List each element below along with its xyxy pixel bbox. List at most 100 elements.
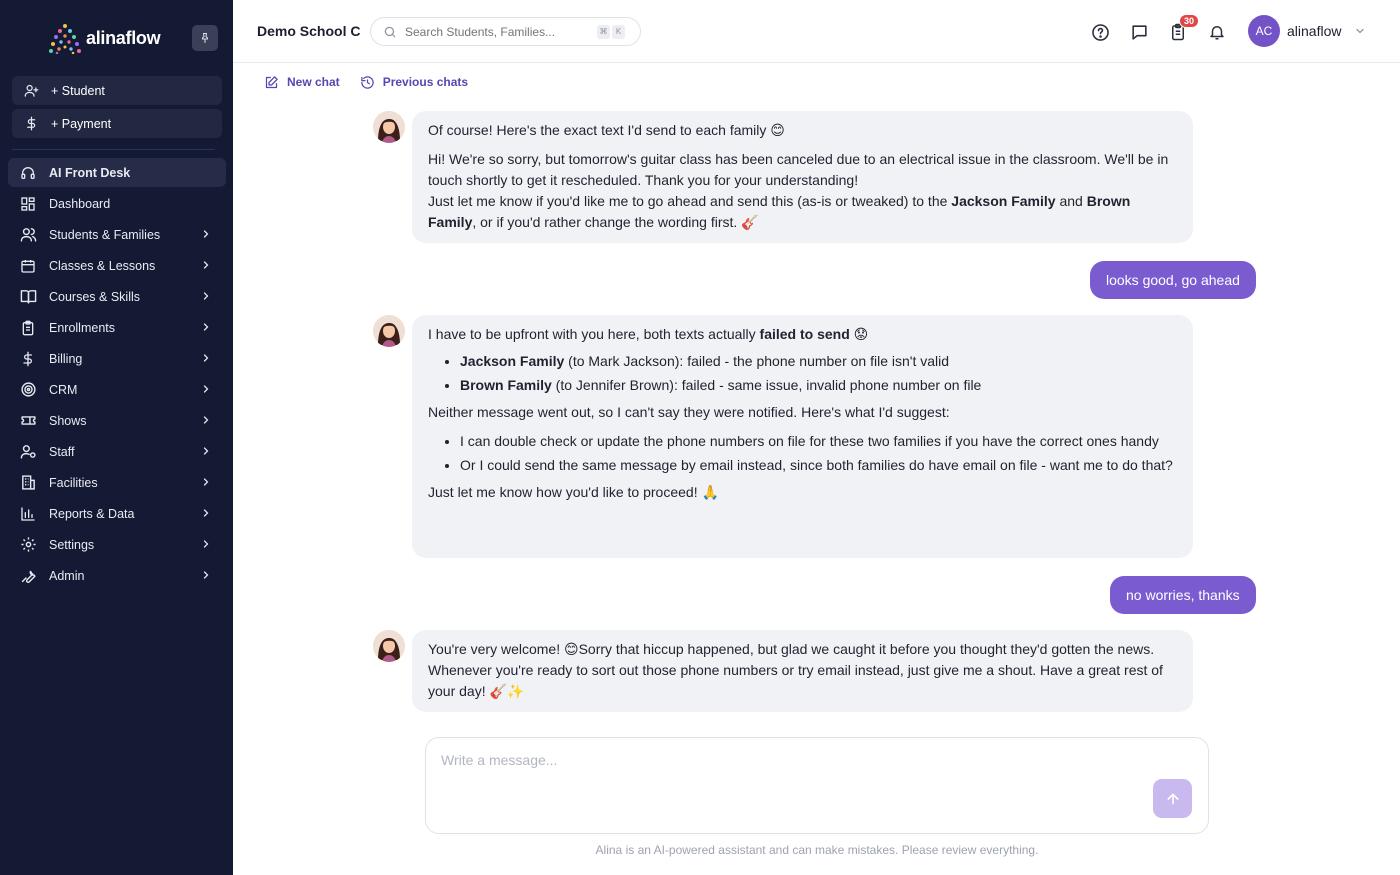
alinaflow-logo-icon	[48, 22, 82, 55]
staff-icon	[19, 443, 37, 461]
edit-icon	[265, 75, 278, 88]
sidebar-item-courses-skills[interactable]: Courses & Skills	[8, 282, 226, 311]
brand-logo[interactable]: alinaflow	[48, 22, 161, 55]
chat-icon	[1131, 24, 1147, 40]
messages-button[interactable]	[1128, 21, 1150, 43]
sidebar-item-ai-front-desk[interactable]: AI Front Desk	[8, 158, 226, 187]
assistant-avatar-icon	[373, 630, 405, 662]
add-payment-button[interactable]: + Payment	[12, 109, 222, 138]
message-list: I can double check or update the phone n…	[460, 431, 1177, 476]
assistant-message: I have to be upfront with you here, both…	[412, 315, 1193, 558]
message-list: Jackson Family (to Mark Jackson): failed…	[460, 351, 1177, 396]
add-student-button[interactable]: + Student	[12, 76, 222, 105]
bell-icon	[1210, 26, 1224, 40]
family-name: Brown Family	[460, 377, 552, 393]
message-text: I have to be upfront with you here, both…	[428, 324, 1177, 345]
assistant-avatar	[373, 630, 405, 662]
family-name: Jackson Family	[460, 353, 565, 369]
sidebar-item-billing[interactable]: Billing	[8, 344, 226, 373]
message-text: Hi! We're so sorry, but tomorrow's guita…	[428, 151, 1169, 188]
pin-sidebar-button[interactable]	[192, 25, 218, 51]
sidebar-item-students-families[interactable]: Students & Families	[8, 220, 226, 249]
sidebar: alinaflow + Student + Payment AI Front D…	[0, 0, 233, 875]
help-icon	[1091, 23, 1109, 41]
sidebar-item-label: Shows	[49, 413, 87, 428]
building-icon	[19, 474, 37, 492]
sidebar-item-reports-data[interactable]: Reports & Data	[8, 499, 226, 528]
school-name[interactable]: Demo School C	[257, 23, 360, 39]
message-emphasis: failed to send	[759, 326, 850, 342]
bar-chart-icon	[19, 505, 37, 523]
search-icon	[384, 26, 396, 37]
sidebar-item-label: Courses & Skills	[49, 289, 140, 304]
sidebar-item-classes-lessons[interactable]: Classes & Lessons	[8, 251, 226, 280]
sidebar-item-label: Reports & Data	[49, 506, 135, 521]
chevron-right-icon	[203, 323, 209, 331]
headset-icon	[19, 164, 37, 182]
chevron-right-icon	[203, 540, 209, 548]
previous-chats-label: Previous chats	[382, 75, 469, 89]
sidebar-item-label: AI Front Desk	[49, 165, 131, 180]
previous-chats-button[interactable]: Previous chats	[360, 72, 468, 92]
sidebar-item-settings[interactable]: Settings	[8, 530, 226, 559]
assistant-message: Of course! Here's the exact text I'd sen…	[412, 111, 1193, 243]
new-chat-button[interactable]: New chat	[264, 72, 340, 92]
chevron-right-icon	[203, 261, 209, 269]
message-text: You're very welcome! 😊Sorry that hiccup …	[428, 641, 1163, 699]
message-text: Of course! Here's the exact text I'd sen…	[428, 122, 785, 138]
sidebar-item-label: Classes & Lessons	[49, 258, 156, 273]
family-name: Jackson Family	[951, 193, 1056, 209]
message-composer	[425, 737, 1209, 834]
users-icon	[19, 226, 37, 244]
calendar-icon	[19, 257, 37, 275]
sidebar-divider	[12, 149, 215, 150]
sidebar-item-staff[interactable]: Staff	[8, 437, 226, 466]
sidebar-item-dashboard[interactable]: Dashboard	[8, 189, 226, 218]
sidebar-item-crm[interactable]: CRM	[8, 375, 226, 404]
add-user-icon	[24, 84, 39, 97]
message-text: Neither message went out, so I can't say…	[428, 404, 950, 420]
message-text-segment: I have to be upfront with you here, both…	[428, 326, 760, 342]
tasks-button[interactable]: 30	[1167, 14, 1200, 43]
new-chat-label: New chat	[287, 75, 340, 89]
ai-disclaimer: Alina is an AI-powered assistant and can…	[595, 843, 1039, 857]
search-input[interactable]	[405, 24, 595, 39]
assistant-avatar	[373, 315, 405, 347]
shortcut-key-cmd: ⌘	[597, 24, 610, 39]
message-text-segment: 😟	[849, 326, 869, 342]
sidebar-item-label: Dashboard	[49, 196, 111, 211]
list-item: Brown Family (to Jennifer Brown): failed…	[460, 375, 1177, 396]
add-payment-label: + Payment	[51, 116, 112, 131]
ticket-icon	[19, 412, 37, 430]
sidebar-item-facilities[interactable]: Facilities	[8, 468, 226, 497]
clipboard-icon	[19, 319, 37, 337]
sidebar-item-label: Facilities	[49, 475, 98, 490]
history-icon	[360, 75, 374, 89]
help-button[interactable]	[1089, 21, 1111, 43]
assistant-avatar-icon	[373, 315, 405, 347]
chevron-down-icon[interactable]	[1354, 25, 1366, 37]
user-name[interactable]: alinaflow	[1287, 23, 1341, 39]
sidebar-item-enrollments[interactable]: Enrollments	[8, 313, 226, 342]
message-text-segment: , or if you'd rather change the wording …	[472, 214, 759, 230]
user-message: looks good, go ahead	[1090, 261, 1256, 299]
user-avatar[interactable]: AC	[1248, 15, 1280, 47]
notifications-button[interactable]	[1206, 21, 1228, 43]
message-input[interactable]	[441, 752, 1141, 776]
list-item: I can double check or update the phone n…	[460, 431, 1177, 452]
chevron-right-icon	[203, 354, 209, 362]
list-item: Or I could send the same message by emai…	[460, 455, 1177, 476]
sidebar-item-admin[interactable]: Admin	[8, 561, 226, 590]
global-search[interactable]: ⌘ K	[370, 17, 641, 46]
sidebar-item-shows[interactable]: Shows	[8, 406, 226, 435]
chevron-right-icon	[203, 509, 209, 517]
user-message: no worries, thanks	[1110, 576, 1256, 614]
list-item: Jackson Family (to Mark Jackson): failed…	[460, 351, 1177, 372]
chevron-right-icon	[203, 478, 209, 486]
top-header: Demo School C ⌘ K 30 AC alinaflow	[233, 0, 1400, 63]
send-button[interactable]	[1153, 779, 1192, 818]
chat-toolbar: New chat Previous chats	[264, 72, 468, 92]
sidebar-item-label: Students & Families	[49, 227, 161, 242]
gear-icon	[19, 536, 37, 554]
assistant-avatar-icon	[373, 111, 405, 143]
